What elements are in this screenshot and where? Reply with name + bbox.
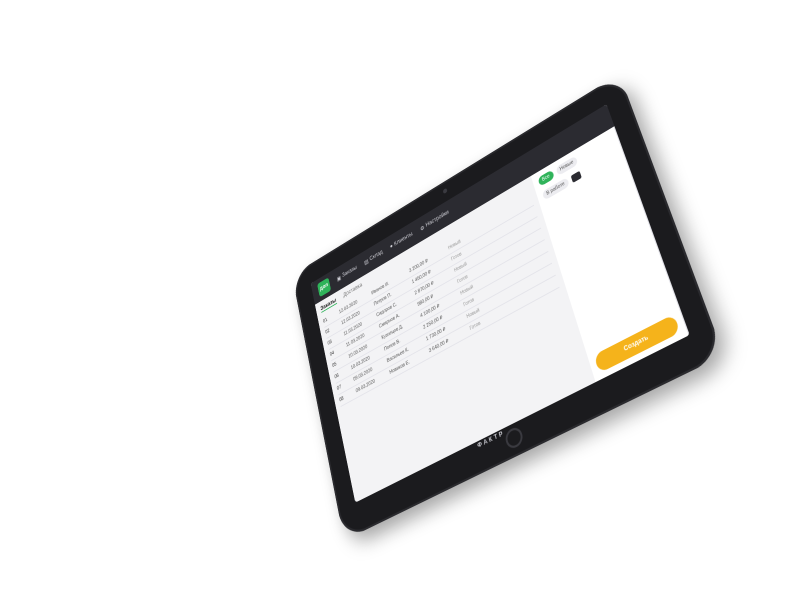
warehouse-icon: ▤ [363, 258, 370, 267]
nav-item-warehouse[interactable]: ▤ Склад [364, 249, 384, 266]
box-icon: ▣ [336, 275, 342, 283]
row-id: 08 [338, 395, 345, 404]
home-button-icon[interactable] [503, 424, 525, 451]
filter-pill-all[interactable]: Все [537, 169, 555, 187]
users-icon: ● [389, 243, 394, 251]
tablet-device: дол ▣ Заказы ▤ Склад ● Клиенты ⚙ Настрой… [291, 73, 724, 541]
nav-item-label: Склад [369, 249, 384, 263]
app-logo[interactable]: дол [317, 277, 332, 298]
nav-item-label: Клиенты [393, 231, 414, 248]
gear-icon: ⚙ [419, 224, 426, 233]
camera-icon [442, 187, 448, 195]
calendar-icon[interactable] [570, 170, 582, 183]
nav-item-label: Заказы [341, 265, 358, 279]
app-screen: дол ▣ Заказы ▤ Склад ● Клиенты ⚙ Настрой… [310, 104, 690, 503]
